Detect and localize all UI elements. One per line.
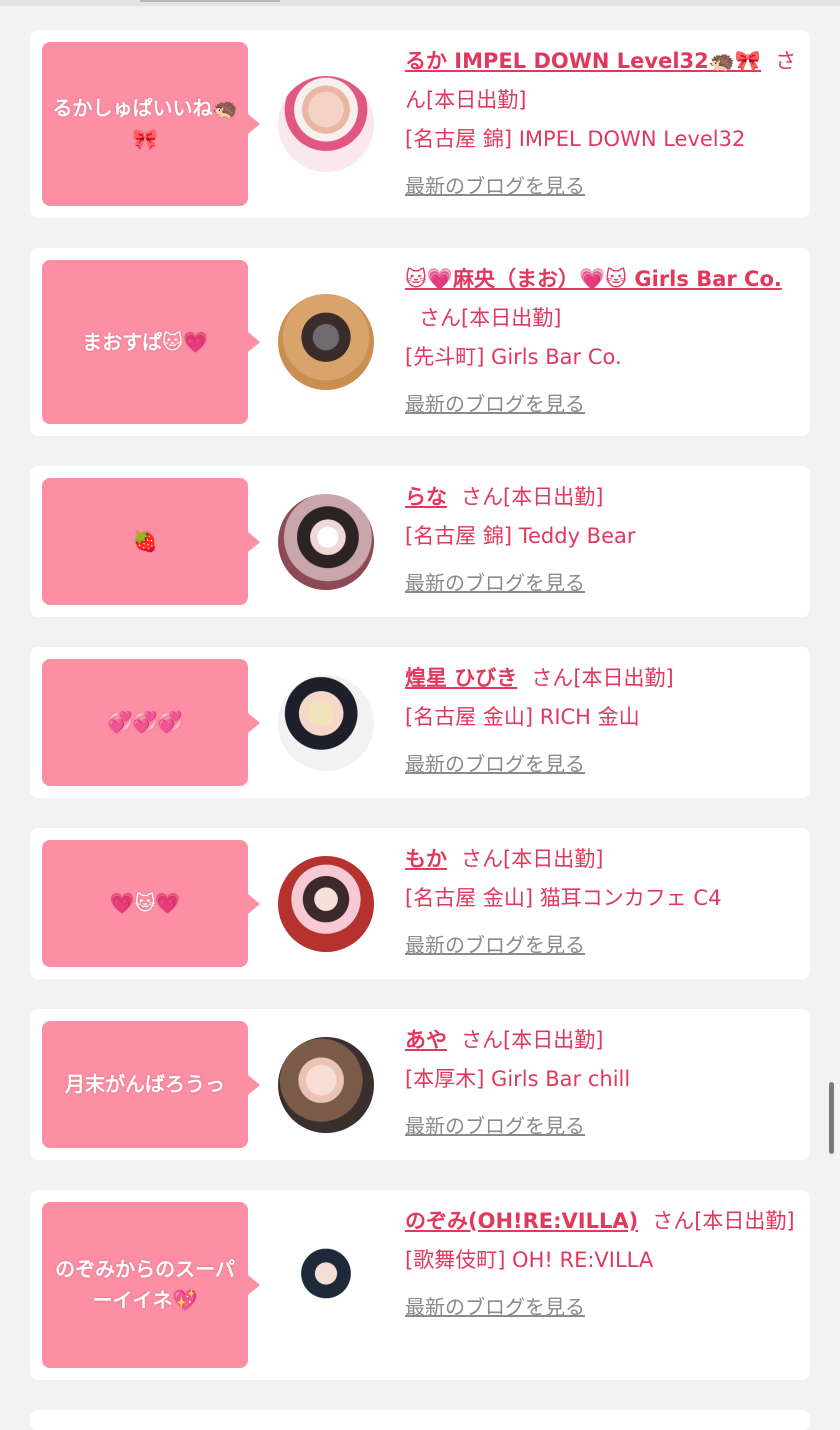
message-bubble: 🍓 [42, 478, 260, 605]
girl-info: のぞみ(OH!RE:VILLA) さん[本日出勤] [歌舞伎町] OH! RE:V… [405, 1202, 800, 1327]
girl-name-link[interactable]: もか [405, 847, 447, 871]
latest-blog-link[interactable]: 最新のブログを見る [405, 167, 585, 206]
message-bubble: るかしゅぱいいね🦔🎀 [42, 42, 260, 206]
like-card: 💞💞💞 煌星 ひびき さん[本日出勤] [名古屋 金山] RICH 金山 最新のブ… [30, 647, 810, 798]
like-card: のぞみからのスーパーイイネ💖 のぞみ(OH!RE:VILLA) さん[本日出勤] … [30, 1190, 810, 1380]
top-divider [0, 0, 840, 6]
like-card: るかしゅぱいいね🦔🎀 るか IMPEL DOWN Level32🦔🎀 さん[本日出… [30, 30, 810, 218]
avatar-photo-icon[interactable] [278, 494, 374, 590]
girl-name-link[interactable]: 煌星 ひびき [405, 666, 517, 690]
avatar-photo-icon[interactable] [278, 1037, 374, 1133]
tab-indicator [140, 0, 280, 2]
girl-info: もか さん[本日出勤] [名古屋 金山] 猫耳コンカフェ C4 最新のブログを見る [405, 840, 800, 965]
shop-location: [本厚木] Girls Bar chill [405, 1067, 631, 1091]
avatar-photo-icon[interactable] [278, 1237, 374, 1333]
girl-name-link[interactable]: のぞみ(OH!RE:VILLA) [405, 1209, 638, 1233]
message-bubble: 月末がんばろうっ [42, 1021, 260, 1148]
shop-location: [名古屋 金山] RICH 金山 [405, 705, 640, 729]
status-badge: [本日出勤] [503, 485, 604, 509]
latest-blog-link[interactable]: 最新のブログを見る [405, 926, 585, 965]
honorific: さん [461, 1028, 503, 1052]
avatar-photo-icon[interactable] [278, 675, 374, 771]
girl-name-link[interactable]: るか IMPEL DOWN Level32🦔🎀 [405, 49, 761, 73]
girl-name-link[interactable]: 🐱💗麻央（まお）💗🐱 Girls Bar Co. [405, 267, 782, 291]
avatar-photo-icon[interactable] [278, 294, 374, 390]
girl-name-link[interactable]: あや [405, 1028, 447, 1052]
like-list: るかしゅぱいいね🦔🎀 るか IMPEL DOWN Level32🦔🎀 さん[本日出… [30, 30, 810, 1430]
shop-location: [歌舞伎町] OH! RE:VILLA [405, 1248, 654, 1272]
message-bubble: 💗🐱💗 [42, 840, 260, 967]
avatar-photo-icon[interactable] [278, 76, 374, 172]
avatar-photo-icon[interactable] [278, 856, 374, 952]
status-badge: [本日出勤] [503, 1028, 604, 1052]
honorific: さん [461, 847, 503, 871]
status-badge: [本日出勤] [503, 847, 604, 871]
shop-location: [名古屋 金山] 猫耳コンカフェ C4 [405, 886, 722, 910]
like-card: 💗🐱💗 もか さん[本日出勤] [名古屋 金山] 猫耳コンカフェ C4 最新のブロ… [30, 828, 810, 979]
status-badge: [本日出勤] [694, 1209, 795, 1233]
like-card-partial [30, 1410, 810, 1430]
like-card: まおすぱ🐱💗 🐱💗麻央（まお）💗🐱 Girls Bar Co. さん[本日出勤] … [30, 248, 810, 436]
honorific: さん [652, 1209, 695, 1233]
like-card: 🍓 らな さん[本日出勤] [名古屋 錦] Teddy Bear 最新のブログを見… [30, 466, 810, 617]
shop-location: [名古屋 錦] Teddy Bear [405, 524, 636, 548]
honorific: さん [531, 666, 574, 690]
like-card: 月末がんばろうっ あや さん[本日出勤] [本厚木] Girls Bar chil… [30, 1009, 810, 1160]
status-badge: [本日出勤] [461, 306, 562, 330]
girl-name-link[interactable]: らな [405, 485, 447, 509]
status-badge: [本日出勤] [573, 666, 674, 690]
latest-blog-link[interactable]: 最新のブログを見る [405, 1107, 585, 1146]
girl-info: 煌星 ひびき さん[本日出勤] [名古屋 金山] RICH 金山 最新のブログを見… [405, 659, 800, 784]
girl-info: 🐱💗麻央（まお）💗🐱 Girls Bar Co. さん[本日出勤] [先斗町] G… [405, 260, 800, 424]
status-badge: [本日出勤] [426, 88, 527, 112]
scrollbar[interactable] [829, 1082, 834, 1154]
latest-blog-link[interactable]: 最新のブログを見る [405, 385, 585, 424]
honorific: さん [461, 485, 503, 509]
message-bubble: のぞみからのスーパーイイネ💖 [42, 1202, 260, 1368]
shop-location: [先斗町] Girls Bar Co. [405, 345, 622, 369]
girl-info: らな さん[本日出勤] [名古屋 錦] Teddy Bear 最新のブログを見る [405, 478, 800, 603]
message-bubble: 💞💞💞 [42, 659, 260, 786]
honorific: さん [419, 306, 461, 330]
latest-blog-link[interactable]: 最新のブログを見る [405, 564, 585, 603]
latest-blog-link[interactable]: 最新のブログを見る [405, 745, 585, 784]
girl-info: あや さん[本日出勤] [本厚木] Girls Bar chill 最新のブログを… [405, 1021, 800, 1146]
latest-blog-link[interactable]: 最新のブログを見る [405, 1288, 585, 1327]
shop-location: [名古屋 錦] IMPEL DOWN Level32 [405, 127, 746, 151]
girl-info: るか IMPEL DOWN Level32🦔🎀 さん[本日出勤] [名古屋 錦] … [405, 42, 800, 206]
message-bubble: まおすぱ🐱💗 [42, 260, 260, 424]
